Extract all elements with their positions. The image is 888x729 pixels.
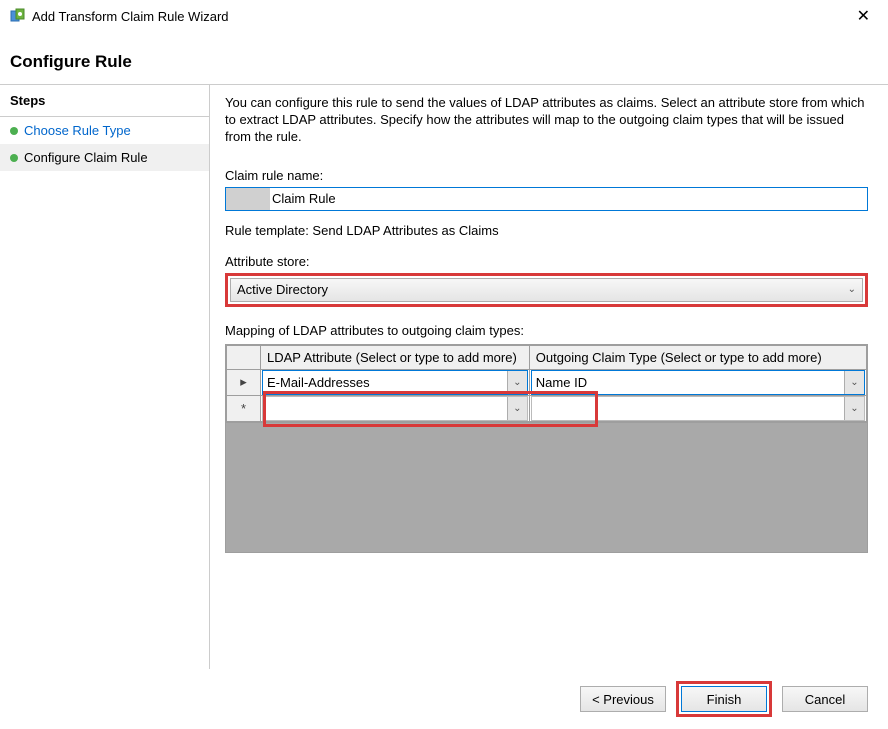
row-header-blank	[227, 345, 261, 369]
chevron-down-icon[interactable]: ⌄	[844, 397, 864, 420]
ldap-attribute-combo[interactable]: E-Mail-Addresses ⌄	[262, 370, 528, 395]
sidebar-item-configure-claim-rule[interactable]: Configure Claim Rule	[0, 144, 209, 171]
previous-button[interactable]: < Previous	[580, 686, 666, 712]
main-panel: You can configure this rule to send the …	[210, 85, 888, 669]
mapping-table: LDAP Attribute (Select or type to add mo…	[225, 344, 868, 423]
table-row: * ⌄ ⌄	[227, 395, 867, 421]
chevron-down-icon[interactable]: ⌄	[507, 397, 527, 420]
steps-sidebar: Steps Choose Rule Type Configure Claim R…	[0, 85, 210, 669]
chevron-down-icon[interactable]: ⌄	[844, 371, 864, 394]
sidebar-item-choose-rule-type[interactable]: Choose Rule Type	[0, 117, 209, 144]
cancel-button[interactable]: Cancel	[782, 686, 868, 712]
bullet-icon	[10, 127, 18, 135]
table-empty-area	[225, 423, 868, 553]
close-button[interactable]: ✕	[849, 6, 878, 26]
rule-template-text: Rule template: Send LDAP Attributes as C…	[225, 223, 868, 238]
outgoing-claim-type-header: Outgoing Claim Type (Select or type to a…	[529, 345, 866, 369]
outgoing-claim-combo[interactable]: Name ID ⌄	[531, 370, 865, 395]
description-text: You can configure this rule to send the …	[225, 95, 868, 146]
finish-button[interactable]: Finish	[681, 686, 767, 712]
sidebar-item-label: Choose Rule Type	[24, 123, 131, 138]
input-selection-prefix	[226, 188, 270, 210]
highlight-attribute-store: Active Directory ⌄	[225, 273, 868, 307]
outgoing-claim-value: Name ID	[532, 375, 844, 390]
window-title: Add Transform Claim Rule Wizard	[32, 9, 849, 24]
ldap-attribute-value: E-Mail-Addresses	[263, 375, 507, 390]
row-marker[interactable]: *	[227, 395, 261, 421]
attribute-store-dropdown[interactable]: Active Directory ⌄	[230, 278, 863, 302]
sidebar-item-label: Configure Claim Rule	[24, 150, 148, 165]
sidebar-header: Steps	[0, 85, 209, 117]
outgoing-claim-combo[interactable]: ⌄	[531, 396, 865, 421]
page-heading: Configure Rule	[0, 32, 888, 84]
chevron-down-icon: ⌄	[848, 284, 856, 295]
ldap-attribute-header: LDAP Attribute (Select or type to add mo…	[261, 345, 530, 369]
titlebar: Add Transform Claim Rule Wizard ✕	[0, 0, 888, 32]
mapping-container: LDAP Attribute (Select or type to add mo…	[225, 344, 868, 553]
ldap-attribute-combo[interactable]: ⌄	[262, 396, 528, 421]
row-marker[interactable]: ▸	[227, 369, 261, 395]
chevron-down-icon[interactable]: ⌄	[507, 371, 527, 394]
claim-rule-name-input-wrap[interactable]	[225, 187, 868, 211]
attribute-store-label: Attribute store:	[225, 254, 868, 269]
attribute-store-value: Active Directory	[237, 282, 328, 297]
claim-rule-name-input[interactable]	[270, 188, 867, 210]
wizard-icon	[10, 8, 26, 24]
table-row: ▸ E-Mail-Addresses ⌄ Name ID	[227, 369, 867, 395]
bullet-icon	[10, 154, 18, 162]
button-bar: < Previous Finish Cancel	[0, 669, 888, 729]
claim-rule-name-label: Claim rule name:	[225, 168, 868, 183]
mapping-label: Mapping of LDAP attributes to outgoing c…	[225, 323, 868, 338]
highlight-finish: Finish	[676, 681, 772, 717]
